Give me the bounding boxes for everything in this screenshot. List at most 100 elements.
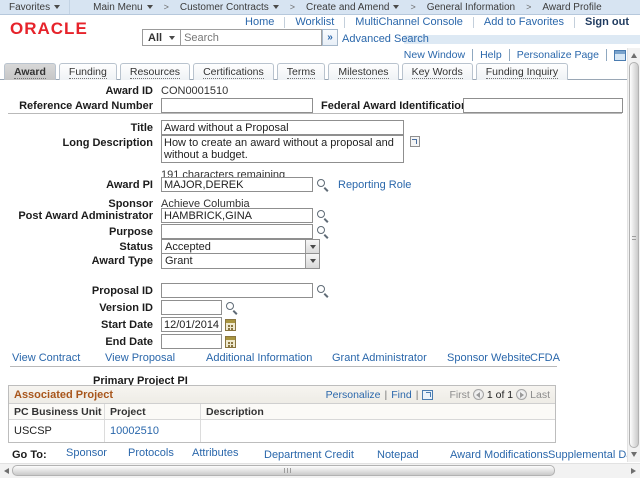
start-date-field[interactable] bbox=[161, 317, 222, 332]
tab-label: Funding Inquiry bbox=[485, 66, 559, 79]
personalize-page-link[interactable]: Personalize Page bbox=[510, 49, 607, 61]
goto-award-modifications-link[interactable]: Award Modifications bbox=[450, 449, 548, 461]
purpose-field[interactable] bbox=[161, 224, 313, 239]
tab-label: Resources bbox=[129, 66, 181, 79]
search-input[interactable] bbox=[181, 29, 323, 46]
breadcrumb-favorites[interactable]: Favorites bbox=[0, 0, 71, 14]
goto-notepad-link[interactable]: Notepad bbox=[377, 449, 419, 461]
award-pi-row: Award PI Reporting Role bbox=[0, 176, 411, 193]
scroll-right-icon[interactable] bbox=[631, 468, 636, 474]
grant-administrator-link[interactable]: Grant Administrator bbox=[332, 352, 427, 364]
breadcrumb-label: Favorites bbox=[9, 1, 51, 13]
column-description: Description bbox=[206, 405, 264, 418]
calendar-icon[interactable] bbox=[225, 318, 236, 331]
vertical-scrollbar-thumb[interactable] bbox=[629, 62, 639, 448]
tab-funding-inquiry[interactable]: Funding Inquiry bbox=[475, 63, 569, 80]
tab-bar: Award Funding Resources Certifications T… bbox=[4, 62, 569, 80]
goto-sponsor-link[interactable]: Sponsor bbox=[66, 447, 107, 459]
long-description-field[interactable] bbox=[161, 135, 404, 163]
award-type-row: Award Type Grant bbox=[0, 252, 320, 269]
lookup-icon[interactable] bbox=[316, 178, 329, 191]
view-contract-link[interactable]: View Contract bbox=[12, 352, 80, 364]
help-link[interactable]: Help bbox=[473, 49, 510, 61]
tab-label: Certifications bbox=[203, 66, 264, 79]
add-to-favorites-link[interactable]: Add to Favorites bbox=[474, 16, 574, 28]
scroll-left-icon[interactable] bbox=[4, 468, 9, 474]
federal-award-id-field[interactable] bbox=[463, 98, 623, 113]
goto-protocols-link[interactable]: Protocols bbox=[128, 447, 174, 459]
lookup-icon[interactable] bbox=[316, 209, 329, 222]
sign-out-link[interactable]: Sign out bbox=[575, 16, 631, 28]
breadcrumb-customer-contracts[interactable]: Customer Contracts bbox=[171, 0, 288, 14]
title-field[interactable] bbox=[161, 120, 404, 135]
breadcrumb-main-menu[interactable]: Main Menu bbox=[84, 0, 161, 14]
zoom-grid-icon[interactable] bbox=[422, 389, 434, 400]
post-award-administrator-field[interactable] bbox=[161, 208, 313, 223]
end-date-field[interactable] bbox=[161, 334, 222, 349]
tab-terms[interactable]: Terms bbox=[276, 63, 326, 80]
tab-award[interactable]: Award bbox=[4, 63, 56, 80]
view-proposal-link[interactable]: View Proposal bbox=[105, 352, 175, 364]
search-scope-select[interactable]: All bbox=[142, 29, 182, 46]
award-type-select[interactable]: Grant bbox=[161, 252, 320, 269]
page-url-icon[interactable] bbox=[614, 49, 626, 61]
sponsor-website-link[interactable]: Sponsor Website bbox=[447, 352, 531, 364]
horizontal-scrollbar-thumb[interactable] bbox=[12, 465, 555, 476]
additional-information-link[interactable]: Additional Information bbox=[206, 352, 312, 364]
goto-department-credit-link[interactable]: Department Credit bbox=[264, 449, 354, 461]
project-link[interactable]: 10002510 bbox=[110, 425, 159, 437]
calendar-icon[interactable] bbox=[225, 335, 236, 348]
search-bar: All » bbox=[142, 29, 339, 46]
title-row: Title bbox=[0, 119, 404, 136]
grid-header: Associated Project Personalize | Find | … bbox=[9, 386, 555, 404]
cell-pc-business-unit: USCSP bbox=[9, 420, 105, 442]
table-row: USCSP 10002510 bbox=[9, 420, 555, 442]
reporting-role-link[interactable]: Reporting Role bbox=[338, 179, 411, 191]
advanced-search-link[interactable]: Advanced Search bbox=[342, 33, 429, 45]
column-project: Project bbox=[105, 404, 201, 419]
lookup-icon[interactable] bbox=[316, 225, 329, 238]
cfda-link[interactable]: CFDA bbox=[530, 352, 560, 364]
award-pi-field[interactable] bbox=[161, 177, 313, 192]
tab-funding[interactable]: Funding bbox=[58, 63, 117, 80]
horizontal-scrollbar[interactable] bbox=[0, 463, 640, 478]
first-page-label: First bbox=[449, 388, 470, 401]
expand-icon[interactable] bbox=[410, 136, 420, 147]
search-go-button[interactable]: » bbox=[322, 29, 339, 46]
tab-milestones[interactable]: Milestones bbox=[328, 63, 399, 80]
next-page-icon[interactable] bbox=[516, 389, 528, 400]
breadcrumb-create-and-amend[interactable]: Create and Amend bbox=[297, 0, 408, 14]
end-date-row: End Date bbox=[0, 333, 236, 350]
breadcrumb-general-information[interactable]: General Information bbox=[418, 0, 524, 14]
breadcrumb-award-profile[interactable]: Award Profile bbox=[533, 0, 610, 14]
goto-attributes-link[interactable]: Attributes bbox=[192, 447, 238, 459]
tab-certifications[interactable]: Certifications bbox=[193, 63, 274, 80]
worklist-link[interactable]: Worklist bbox=[285, 16, 344, 28]
dropdown-arrow-icon bbox=[309, 244, 316, 249]
tab-label: Key Words bbox=[411, 66, 463, 79]
lookup-icon[interactable] bbox=[316, 284, 329, 297]
new-window-link[interactable]: New Window bbox=[397, 49, 474, 61]
home-link[interactable]: Home bbox=[235, 16, 284, 28]
tab-resources[interactable]: Resources bbox=[119, 63, 191, 80]
personalize-link[interactable]: Personalize bbox=[326, 389, 381, 401]
multichannel-console-link[interactable]: MultiChannel Console bbox=[345, 16, 473, 28]
vertical-scrollbar[interactable] bbox=[627, 48, 640, 462]
dropdown-arrow-icon bbox=[169, 35, 176, 40]
prev-page-icon[interactable] bbox=[472, 389, 484, 400]
version-id-field[interactable] bbox=[161, 300, 222, 315]
reference-award-number-field[interactable] bbox=[161, 98, 313, 113]
lookup-icon[interactable] bbox=[225, 301, 238, 314]
scroll-down-icon[interactable] bbox=[631, 452, 637, 457]
tab-key-words[interactable]: Key Words bbox=[401, 63, 473, 80]
oracle-logo: ORACLE bbox=[10, 19, 88, 38]
reference-federal-row: Reference Award Number Federal Award Ide… bbox=[0, 97, 623, 114]
select-button[interactable] bbox=[305, 253, 319, 268]
last-page-label: Last bbox=[530, 388, 550, 401]
proposal-id-field[interactable] bbox=[161, 283, 313, 298]
dropdown-arrow-icon bbox=[272, 5, 279, 9]
header-highlight-band bbox=[404, 35, 640, 44]
find-link[interactable]: Find bbox=[391, 389, 411, 401]
tab-label: Milestones bbox=[338, 66, 389, 79]
scroll-up-icon[interactable] bbox=[631, 53, 637, 58]
